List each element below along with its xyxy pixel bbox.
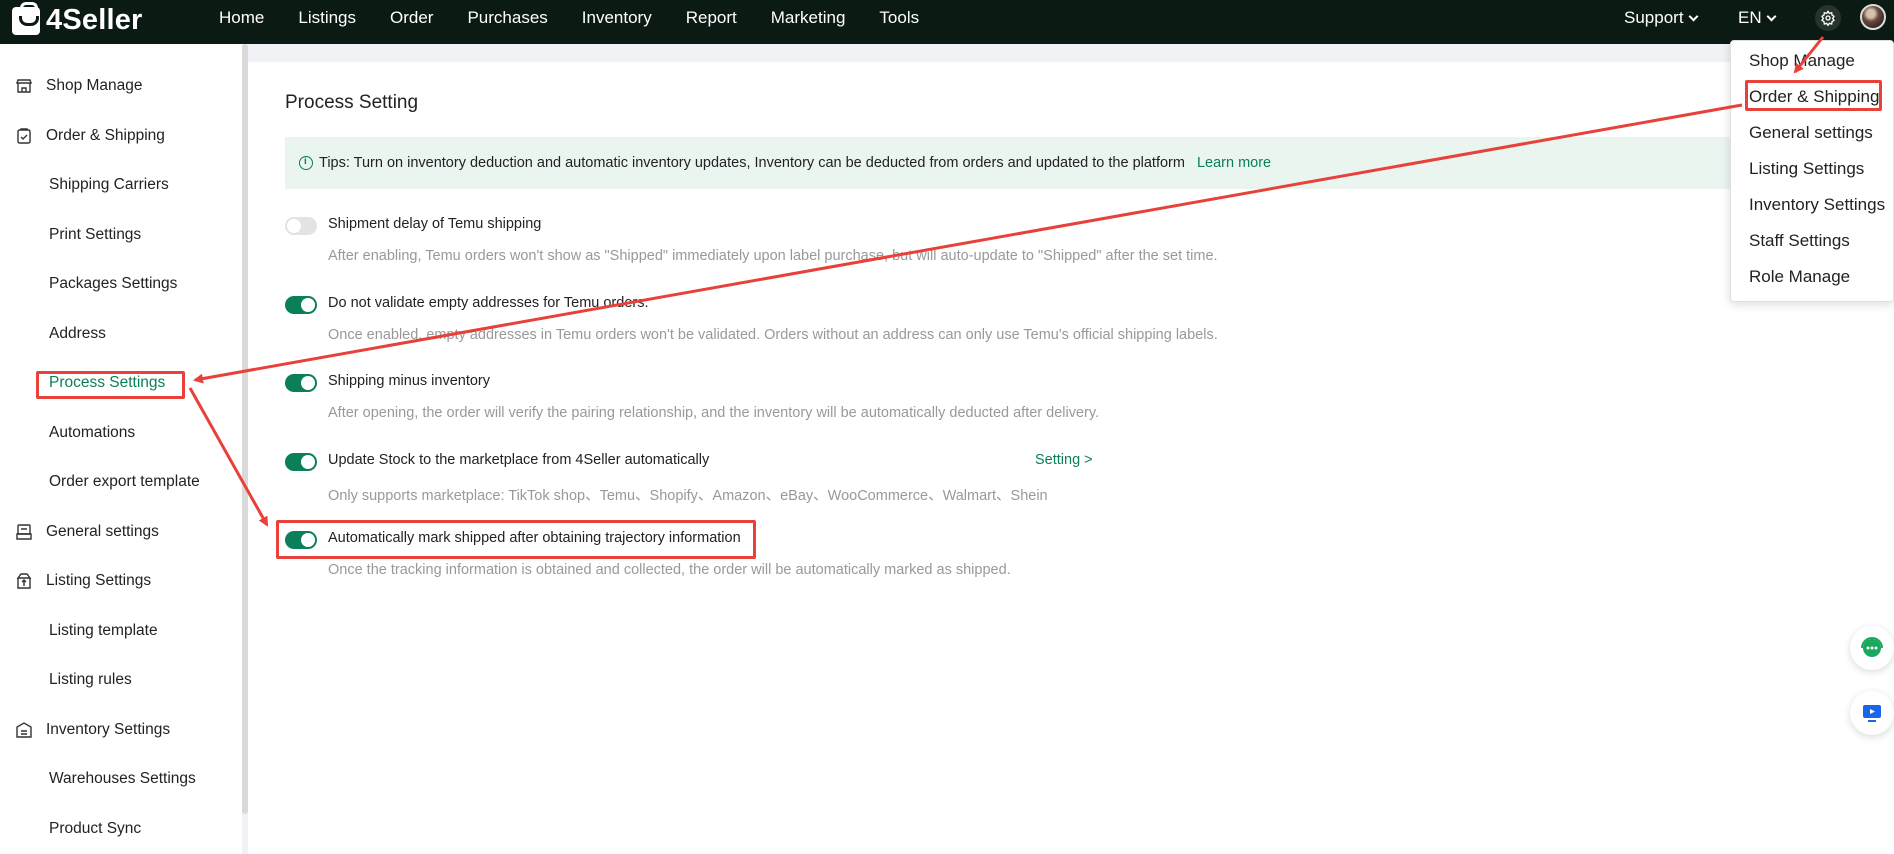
store-icon bbox=[16, 79, 32, 93]
sidebar-item-label: Order export template bbox=[49, 473, 200, 490]
option-description: After enabling, Temu orders won't show a… bbox=[328, 248, 1218, 264]
sidebar-item-order-export-template[interactable]: Order export template bbox=[0, 462, 242, 502]
sidebar-item-label: Inventory Settings bbox=[46, 721, 171, 738]
sidebar-item-listing-rules[interactable]: Listing rules bbox=[0, 660, 242, 700]
menu-item-general-settings[interactable]: General settings bbox=[1749, 123, 1873, 143]
sidebar-item-label: Shop Manage bbox=[46, 77, 143, 94]
settings-button[interactable] bbox=[1815, 5, 1841, 31]
user-avatar[interactable] bbox=[1860, 4, 1886, 30]
nav-item-purchases[interactable]: Purchases bbox=[450, 8, 564, 28]
language-label: EN bbox=[1738, 8, 1762, 27]
sidebar-item-label: Product Sync bbox=[49, 820, 142, 837]
learn-more-link[interactable]: Learn more bbox=[1197, 155, 1271, 171]
chat-icon bbox=[1861, 637, 1883, 657]
page-title: Process Setting bbox=[285, 92, 419, 113]
sidebar-item-shipping-carriers[interactable]: Shipping Carriers bbox=[0, 165, 242, 205]
sidebar-item-packages-settings[interactable]: Packages Settings bbox=[0, 264, 242, 304]
option-description: Only supports marketplace: TikTok shop、T… bbox=[328, 488, 1048, 504]
option-description: Once enabled, empty addresses in Temu or… bbox=[328, 327, 1218, 343]
sidebar-item-label: Print Settings bbox=[49, 226, 142, 243]
sidebar-item-label: Listing rules bbox=[49, 671, 132, 688]
sidebar-item-warehouses-settings[interactable]: Warehouses Settings bbox=[0, 759, 242, 799]
video-tutorial-button[interactable] bbox=[1850, 691, 1894, 735]
shipping-minus-inventory-toggle[interactable] bbox=[285, 374, 317, 392]
nav-item-marketing[interactable]: Marketing bbox=[754, 8, 863, 28]
nav-item-report[interactable]: Report bbox=[669, 8, 754, 28]
update-stock-toggle[interactable] bbox=[285, 453, 317, 471]
printer-icon bbox=[16, 524, 32, 540]
sidebar-item-label: Warehouses Settings bbox=[49, 770, 196, 787]
tips-banner: Tips: Turn on inventory deduction and au… bbox=[285, 137, 1785, 189]
menu-item-listing-settings[interactable]: Listing Settings bbox=[1749, 159, 1864, 179]
chat-support-button[interactable] bbox=[1850, 626, 1894, 670]
sidebar-item-label: Listing template bbox=[49, 622, 158, 639]
sidebar-item-address[interactable]: Address bbox=[0, 314, 242, 354]
clipboard-check-icon bbox=[17, 128, 31, 144]
settings-sidebar: Shop Manage Order & Shipping Shipping Ca… bbox=[0, 44, 242, 854]
brand-logo[interactable]: 4Seller bbox=[12, 1, 143, 37]
top-navigation-bar: 4Seller Home Listings Order Purchases In… bbox=[0, 0, 1894, 44]
main-nav: Home Listings Order Purchases Inventory … bbox=[202, 0, 936, 36]
support-label: Support bbox=[1624, 8, 1684, 27]
sidebar-item-label: Automations bbox=[49, 424, 136, 441]
setting-link[interactable]: Setting > bbox=[1035, 452, 1093, 468]
empty-address-toggle[interactable] bbox=[285, 296, 317, 314]
annotation-highlight-box bbox=[36, 371, 185, 399]
sidebar-item-label: General settings bbox=[46, 523, 159, 540]
sidebar-item-label: Packages Settings bbox=[49, 275, 178, 292]
nav-item-home[interactable]: Home bbox=[202, 8, 281, 28]
chevron-down-icon bbox=[1766, 11, 1777, 21]
sidebar-item-listing-settings[interactable]: Listing Settings bbox=[0, 561, 242, 601]
option-title: Shipping minus inventory bbox=[328, 373, 491, 389]
sidebar-item-label: Address bbox=[49, 325, 106, 342]
sidebar-item-shop-manage[interactable]: Shop Manage bbox=[0, 66, 242, 106]
sidebar-item-print-settings[interactable]: Print Settings bbox=[0, 215, 242, 255]
sidebar-item-product-sync[interactable]: Product Sync bbox=[0, 809, 242, 849]
option-title: Shipment delay of Temu shipping bbox=[328, 216, 542, 232]
sidebar-item-general-settings[interactable]: General settings bbox=[0, 512, 242, 552]
nav-item-inventory[interactable]: Inventory bbox=[565, 8, 669, 28]
nav-item-order[interactable]: Order bbox=[373, 8, 450, 28]
sidebar-item-label: Order & Shipping bbox=[46, 127, 165, 144]
shipment-delay-toggle[interactable] bbox=[285, 217, 317, 235]
info-icon bbox=[299, 156, 313, 170]
shopping-bag-icon bbox=[12, 1, 40, 35]
option-description: Once the tracking information is obtaine… bbox=[328, 562, 1011, 578]
menu-item-role-manage[interactable]: Role Manage bbox=[1749, 267, 1850, 287]
option-title: Update Stock to the marketplace from 4Se… bbox=[328, 452, 710, 468]
tips-text: Tips: Turn on inventory deduction and au… bbox=[319, 155, 1185, 171]
sidebar-item-order-shipping[interactable]: Order & Shipping bbox=[0, 116, 242, 156]
language-menu[interactable]: EN bbox=[1738, 0, 1777, 36]
upload-box-icon bbox=[16, 573, 32, 589]
sidebar-item-listing-template[interactable]: Listing template bbox=[0, 611, 242, 651]
annotation-highlight-box bbox=[276, 520, 756, 559]
nav-item-listings[interactable]: Listings bbox=[281, 8, 373, 28]
sidebar-item-label: Listing Settings bbox=[46, 572, 152, 589]
option-title: Do not validate empty addresses for Temu… bbox=[328, 295, 649, 311]
chevron-down-icon bbox=[1688, 11, 1698, 21]
nav-item-tools[interactable]: Tools bbox=[862, 8, 936, 28]
menu-item-shop-manage[interactable]: Shop Manage bbox=[1749, 51, 1855, 71]
sidebar-item-label: Shipping Carriers bbox=[49, 176, 169, 193]
sidebar-item-automations[interactable]: Automations bbox=[0, 413, 242, 453]
menu-item-inventory-settings[interactable]: Inventory Settings bbox=[1749, 195, 1885, 215]
sidebar-item-inventory-settings[interactable]: Inventory Settings bbox=[0, 710, 242, 750]
support-menu[interactable]: Support bbox=[1624, 0, 1698, 36]
monitor-play-icon bbox=[1863, 705, 1881, 722]
process-setting-panel: Process Setting Tips: Turn on inventory … bbox=[248, 62, 1894, 854]
option-description: After opening, the order will verify the… bbox=[328, 405, 1100, 421]
warehouse-icon bbox=[16, 722, 32, 738]
gear-icon bbox=[1821, 10, 1835, 26]
brand-name: 4Seller bbox=[46, 4, 143, 36]
menu-item-staff-settings[interactable]: Staff Settings bbox=[1749, 231, 1850, 251]
annotation-highlight-box bbox=[1745, 80, 1882, 111]
